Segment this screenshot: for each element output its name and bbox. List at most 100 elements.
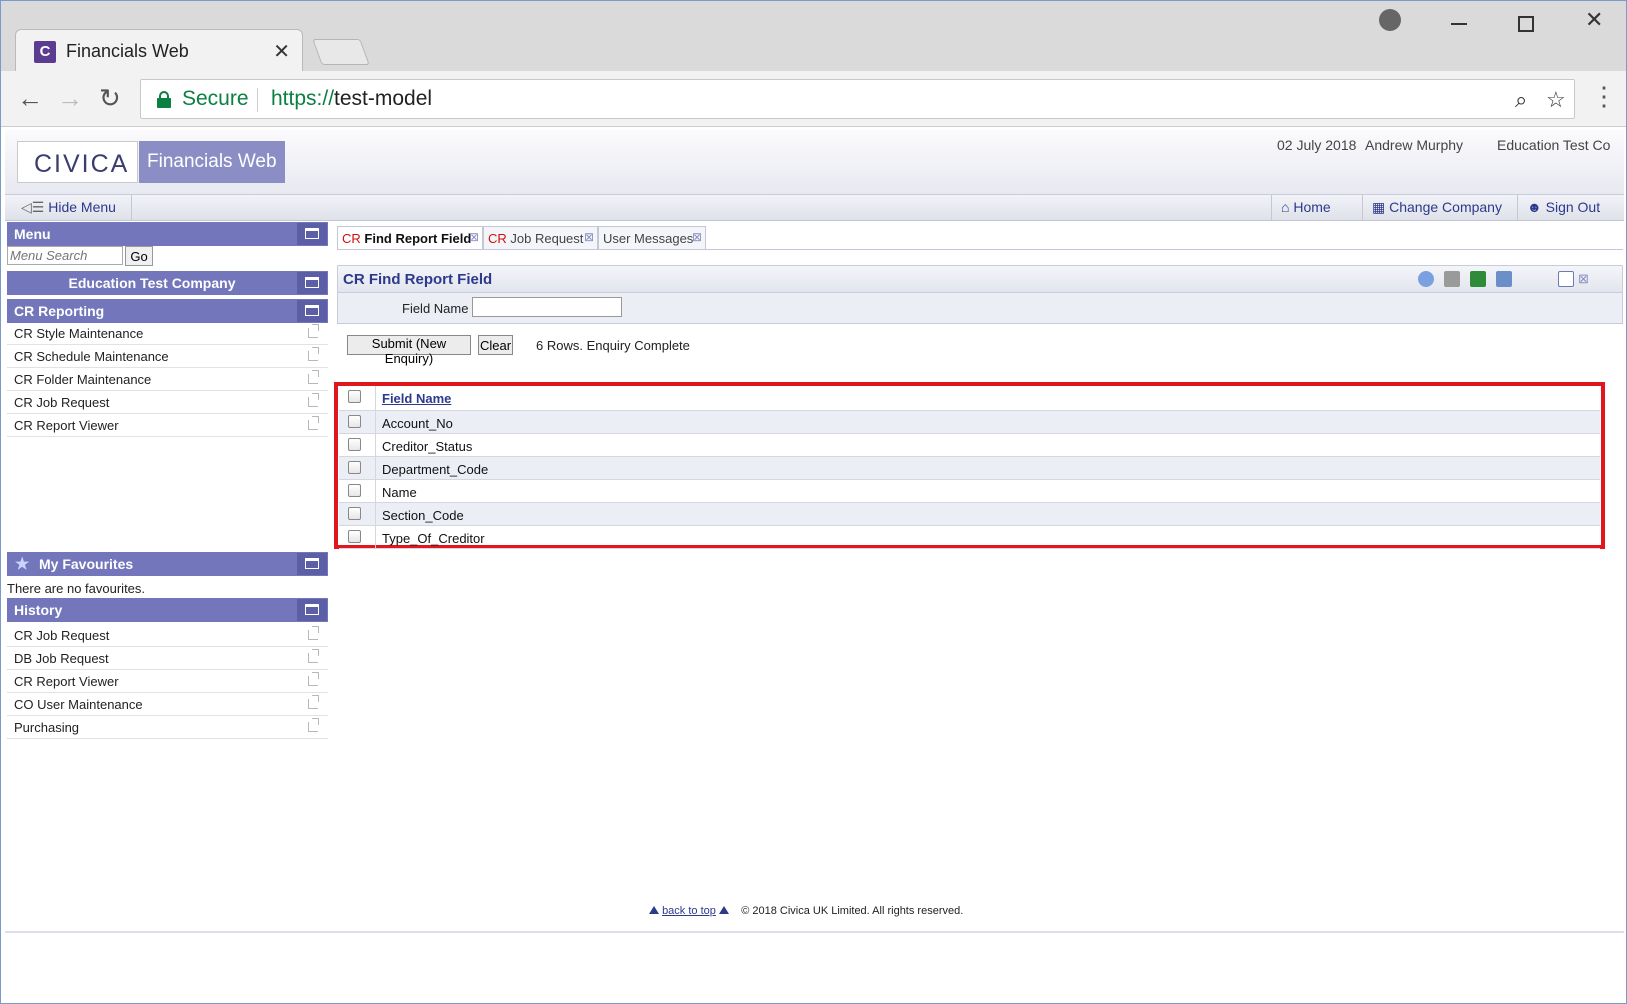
browser-tab[interactable]: C Financials Web ✕ xyxy=(15,29,303,73)
zoom-icon[interactable]: ⌕ xyxy=(1515,87,1527,113)
open-external-icon[interactable] xyxy=(308,416,319,430)
tab-prefix: CR xyxy=(488,231,507,246)
table-row[interactable]: Name xyxy=(339,480,1600,503)
forward-arrow-icon[interactable]: → xyxy=(57,83,83,114)
minimize-icon[interactable] xyxy=(1451,23,1467,25)
civica-favicon-icon: C xyxy=(34,41,56,63)
menu-search-go-button[interactable]: Go xyxy=(125,246,153,266)
clear-button[interactable]: Clear xyxy=(478,335,513,355)
chrome-menu-icon[interactable]: ⋮ xyxy=(1591,81,1617,112)
page-title: CR Find Report Field xyxy=(343,271,493,288)
close-form-icon[interactable]: ⊠ xyxy=(1578,271,1594,287)
maximize-icon[interactable] xyxy=(1518,16,1534,32)
sidebar-item-cr-job-request[interactable]: CR Job Request xyxy=(7,392,328,414)
favourites-panel-button[interactable] xyxy=(297,553,327,575)
field-name-input[interactable] xyxy=(472,297,622,317)
table-row[interactable]: Section_Code xyxy=(339,503,1600,526)
help-icon[interactable] xyxy=(1418,271,1434,287)
history-item[interactable]: CR Report Viewer xyxy=(7,671,328,693)
row-checkbox[interactable] xyxy=(348,530,361,543)
window-close-icon[interactable]: ✕ xyxy=(1585,7,1603,33)
table-row[interactable]: Creditor_Status xyxy=(339,434,1600,457)
sidebar-item-cr-schedule-maintenance[interactable]: CR Schedule Maintenance xyxy=(7,346,328,368)
section-up-button[interactable] xyxy=(297,300,327,322)
row-checkbox[interactable] xyxy=(348,484,361,497)
back-arrow-icon[interactable]: ← xyxy=(17,83,43,114)
tab-close-icon[interactable]: ⊠ xyxy=(584,230,594,244)
row-checkbox[interactable] xyxy=(348,507,361,520)
tab-cr-find-report-field[interactable]: CR Find Report Field ⊠ xyxy=(337,226,483,250)
open-external-icon[interactable] xyxy=(308,370,319,384)
tab-user-messages[interactable]: User Messages ⊠ xyxy=(598,226,706,250)
open-external-icon[interactable] xyxy=(308,626,319,640)
header-date: 02 July 2018 xyxy=(1277,137,1357,153)
change-company-link[interactable]: ▦ Change Company xyxy=(1372,199,1502,216)
open-external-icon[interactable] xyxy=(308,672,319,686)
menu-panel-header: Menu xyxy=(7,222,328,246)
url-text[interactable]: https://test-model xyxy=(271,87,432,111)
submit-new-enquiry-button[interactable]: Submit (New Enquiry) xyxy=(347,335,471,366)
history-item-label: Purchasing xyxy=(14,720,80,735)
back-to-top-link[interactable]: back to top xyxy=(662,905,716,917)
window-icon xyxy=(305,277,319,288)
company-panel-header[interactable]: Education Test Company xyxy=(7,271,328,295)
print-icon[interactable] xyxy=(1444,271,1460,287)
hide-menu-icon: ◁☰ xyxy=(21,199,45,215)
table-row[interactable]: Account_No xyxy=(339,411,1600,434)
sidebar-item-cr-report-viewer[interactable]: CR Report Viewer xyxy=(7,415,328,437)
no-favourites-text: There are no favourites. xyxy=(7,581,146,596)
sidebar-item-label: CR Report Viewer xyxy=(14,418,119,433)
hide-menu-button[interactable]: ◁☰ Hide Menu xyxy=(21,199,116,216)
tab-cr-job-request[interactable]: CR Job Request ⊠ xyxy=(483,226,598,250)
toolbar-divider xyxy=(1362,195,1363,221)
open-external-icon[interactable] xyxy=(308,393,319,407)
home-link[interactable]: ⌂ Home xyxy=(1281,199,1331,215)
column-settings-icon[interactable] xyxy=(1496,271,1512,287)
open-external-icon[interactable] xyxy=(308,695,319,709)
bookmark-star-icon[interactable]: ☆ xyxy=(1546,87,1566,113)
sign-out-link[interactable]: ☻ Sign Out xyxy=(1527,199,1600,215)
table-row[interactable]: Department_Code xyxy=(339,457,1600,480)
menu-search-input[interactable] xyxy=(7,246,123,265)
company-panel-button[interactable] xyxy=(297,272,327,294)
favourites-title: My Favourites xyxy=(39,556,134,572)
profile-icon[interactable] xyxy=(1379,9,1401,31)
tab-close-icon[interactable]: ⊠ xyxy=(692,230,702,244)
tab-close-icon[interactable]: ⊠ xyxy=(469,230,479,244)
row-checkbox[interactable] xyxy=(348,461,361,474)
open-external-icon[interactable] xyxy=(308,324,319,338)
column-divider xyxy=(375,526,376,548)
sidebar-item-cr-style-maintenance[interactable]: CR Style Maintenance xyxy=(7,323,328,345)
row-checkbox[interactable] xyxy=(348,438,361,451)
sidebar-item-label: CR Style Maintenance xyxy=(14,326,144,341)
history-item[interactable]: Purchasing xyxy=(7,717,328,739)
column-divider xyxy=(375,480,376,502)
field-name-column-header[interactable]: Field Name xyxy=(382,391,451,406)
history-panel-header: History xyxy=(7,598,328,622)
home-label: Home xyxy=(1293,199,1331,215)
history-item[interactable]: CO User Maintenance xyxy=(7,694,328,716)
new-window-icon[interactable] xyxy=(1558,271,1574,287)
menu-panel-toggle-button[interactable] xyxy=(297,223,327,245)
select-all-checkbox[interactable] xyxy=(348,390,361,403)
open-external-icon[interactable] xyxy=(308,347,319,361)
row-checkbox[interactable] xyxy=(348,415,361,428)
excel-export-icon[interactable] xyxy=(1470,271,1486,287)
section-panel-header[interactable]: CR Reporting xyxy=(7,299,328,323)
history-item[interactable]: DB Job Request xyxy=(7,648,328,670)
reload-icon[interactable]: ↻ xyxy=(99,83,121,114)
tab-close-icon[interactable]: ✕ xyxy=(273,39,290,64)
url-omnibox[interactable]: Secure https://test-model ⌕ ☆ xyxy=(140,79,1575,119)
open-external-icon[interactable] xyxy=(308,649,319,663)
table-row[interactable]: Type_Of_Creditor xyxy=(339,526,1600,549)
sidebar-item-cr-folder-maintenance[interactable]: CR Folder Maintenance xyxy=(7,369,328,391)
up-arrow-icon xyxy=(718,906,729,914)
field-name-cell: Creditor_Status xyxy=(382,439,473,454)
new-tab-button[interactable] xyxy=(312,39,370,65)
tabs-underline xyxy=(337,249,1623,250)
column-divider xyxy=(375,457,376,479)
history-item[interactable]: CR Job Request xyxy=(7,625,328,647)
open-external-icon[interactable] xyxy=(308,718,319,732)
column-divider xyxy=(375,503,376,525)
history-panel-button[interactable] xyxy=(297,599,327,621)
